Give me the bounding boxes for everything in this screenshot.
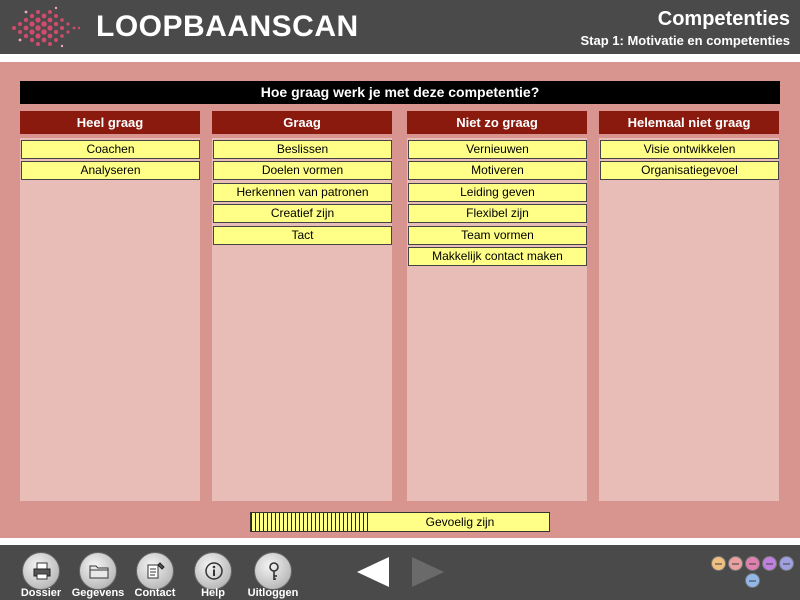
help-button[interactable]: Help bbox=[189, 550, 237, 600]
gegevens-label: Gegevens bbox=[71, 587, 125, 599]
printer-icon bbox=[33, 562, 51, 580]
column-header-heel-graag: Heel graag bbox=[20, 111, 200, 134]
competency-card[interactable]: Organisatiegevoel bbox=[600, 161, 779, 180]
uitloggen-label: Uitloggen bbox=[247, 587, 299, 599]
contact-button[interactable]: Contact bbox=[131, 550, 179, 600]
column-graag[interactable]: Beslissen Doelen vormen Herkennen van pa… bbox=[212, 138, 392, 501]
step-title: Stap 1: Motivatie en competenties bbox=[580, 33, 791, 48]
folder-icon bbox=[89, 565, 109, 579]
competency-card[interactable]: Visie ontwikkelen bbox=[600, 140, 779, 159]
dossier-button[interactable]: Dossier bbox=[17, 550, 65, 600]
question-bar: Hoe graag werk je met deze competentie? bbox=[20, 81, 780, 104]
contact-icon bbox=[147, 562, 165, 579]
dossier-label: Dossier bbox=[20, 587, 62, 599]
header-bar: LOOPBAANSCAN Competenties Stap 1: Motiva… bbox=[0, 0, 800, 54]
competency-card[interactable]: Tact bbox=[213, 226, 392, 245]
current-competency-card[interactable]: Gevoelig zijn bbox=[250, 512, 550, 532]
column-heel-graag[interactable]: Coachen Analyseren bbox=[20, 138, 200, 501]
column-helemaal-niet-graag[interactable]: Visie ontwikkelen Organisatiegevoel bbox=[599, 138, 779, 501]
logo-icon bbox=[12, 6, 81, 48]
column-header-graag: Graag bbox=[212, 111, 392, 134]
competency-card[interactable]: Team vormen bbox=[408, 226, 587, 245]
competency-card[interactable]: Flexibel zijn bbox=[408, 204, 587, 223]
footer-bar: Dossier Gegevens Contact Help Uitloggen bbox=[0, 545, 800, 600]
competency-card[interactable]: Doelen vormen bbox=[213, 161, 392, 180]
back-arrow-icon[interactable] bbox=[355, 555, 391, 589]
column-header-helemaal-niet-graag: Helemaal niet graag bbox=[599, 111, 779, 134]
step-dot[interactable] bbox=[762, 556, 777, 571]
column-niet-zo-graag[interactable]: Vernieuwen Motiveren Leiding geven Flexi… bbox=[407, 138, 587, 501]
info-icon bbox=[205, 562, 223, 580]
uitloggen-button[interactable]: Uitloggen bbox=[248, 550, 298, 600]
step-dot[interactable] bbox=[711, 556, 726, 571]
forward-arrow-icon[interactable] bbox=[410, 555, 446, 589]
app-title: LOOPBAANSCAN bbox=[96, 10, 359, 43]
step-dot[interactable] bbox=[745, 556, 760, 571]
competency-card[interactable]: Makkelijk contact maken bbox=[408, 247, 587, 266]
step-dot[interactable] bbox=[779, 556, 794, 571]
key-icon bbox=[269, 562, 279, 580]
step-dot[interactable] bbox=[728, 556, 743, 571]
competency-card[interactable]: Analyseren bbox=[21, 161, 200, 180]
step-dot[interactable] bbox=[745, 573, 760, 588]
competency-card[interactable]: Beslissen bbox=[213, 140, 392, 159]
competency-card[interactable]: Creatief zijn bbox=[213, 204, 392, 223]
competency-card[interactable]: Leiding geven bbox=[408, 183, 587, 202]
section-title: Competenties bbox=[657, 8, 790, 30]
column-header-niet-zo-graag: Niet zo graag bbox=[407, 111, 587, 134]
competency-card[interactable]: Coachen bbox=[21, 140, 200, 159]
main-area: Hoe graag werk je met deze competentie? … bbox=[0, 62, 800, 538]
competency-card[interactable]: Motiveren bbox=[408, 161, 587, 180]
competency-card[interactable]: Vernieuwen bbox=[408, 140, 587, 159]
competency-card[interactable]: Herkennen van patronen bbox=[213, 183, 392, 202]
contact-label: Contact bbox=[134, 587, 176, 599]
current-competency-label: Gevoelig zijn bbox=[425, 515, 495, 529]
help-label: Help bbox=[201, 587, 225, 599]
progress-indicator bbox=[251, 513, 370, 531]
gegevens-button[interactable]: Gegevens bbox=[72, 550, 124, 600]
